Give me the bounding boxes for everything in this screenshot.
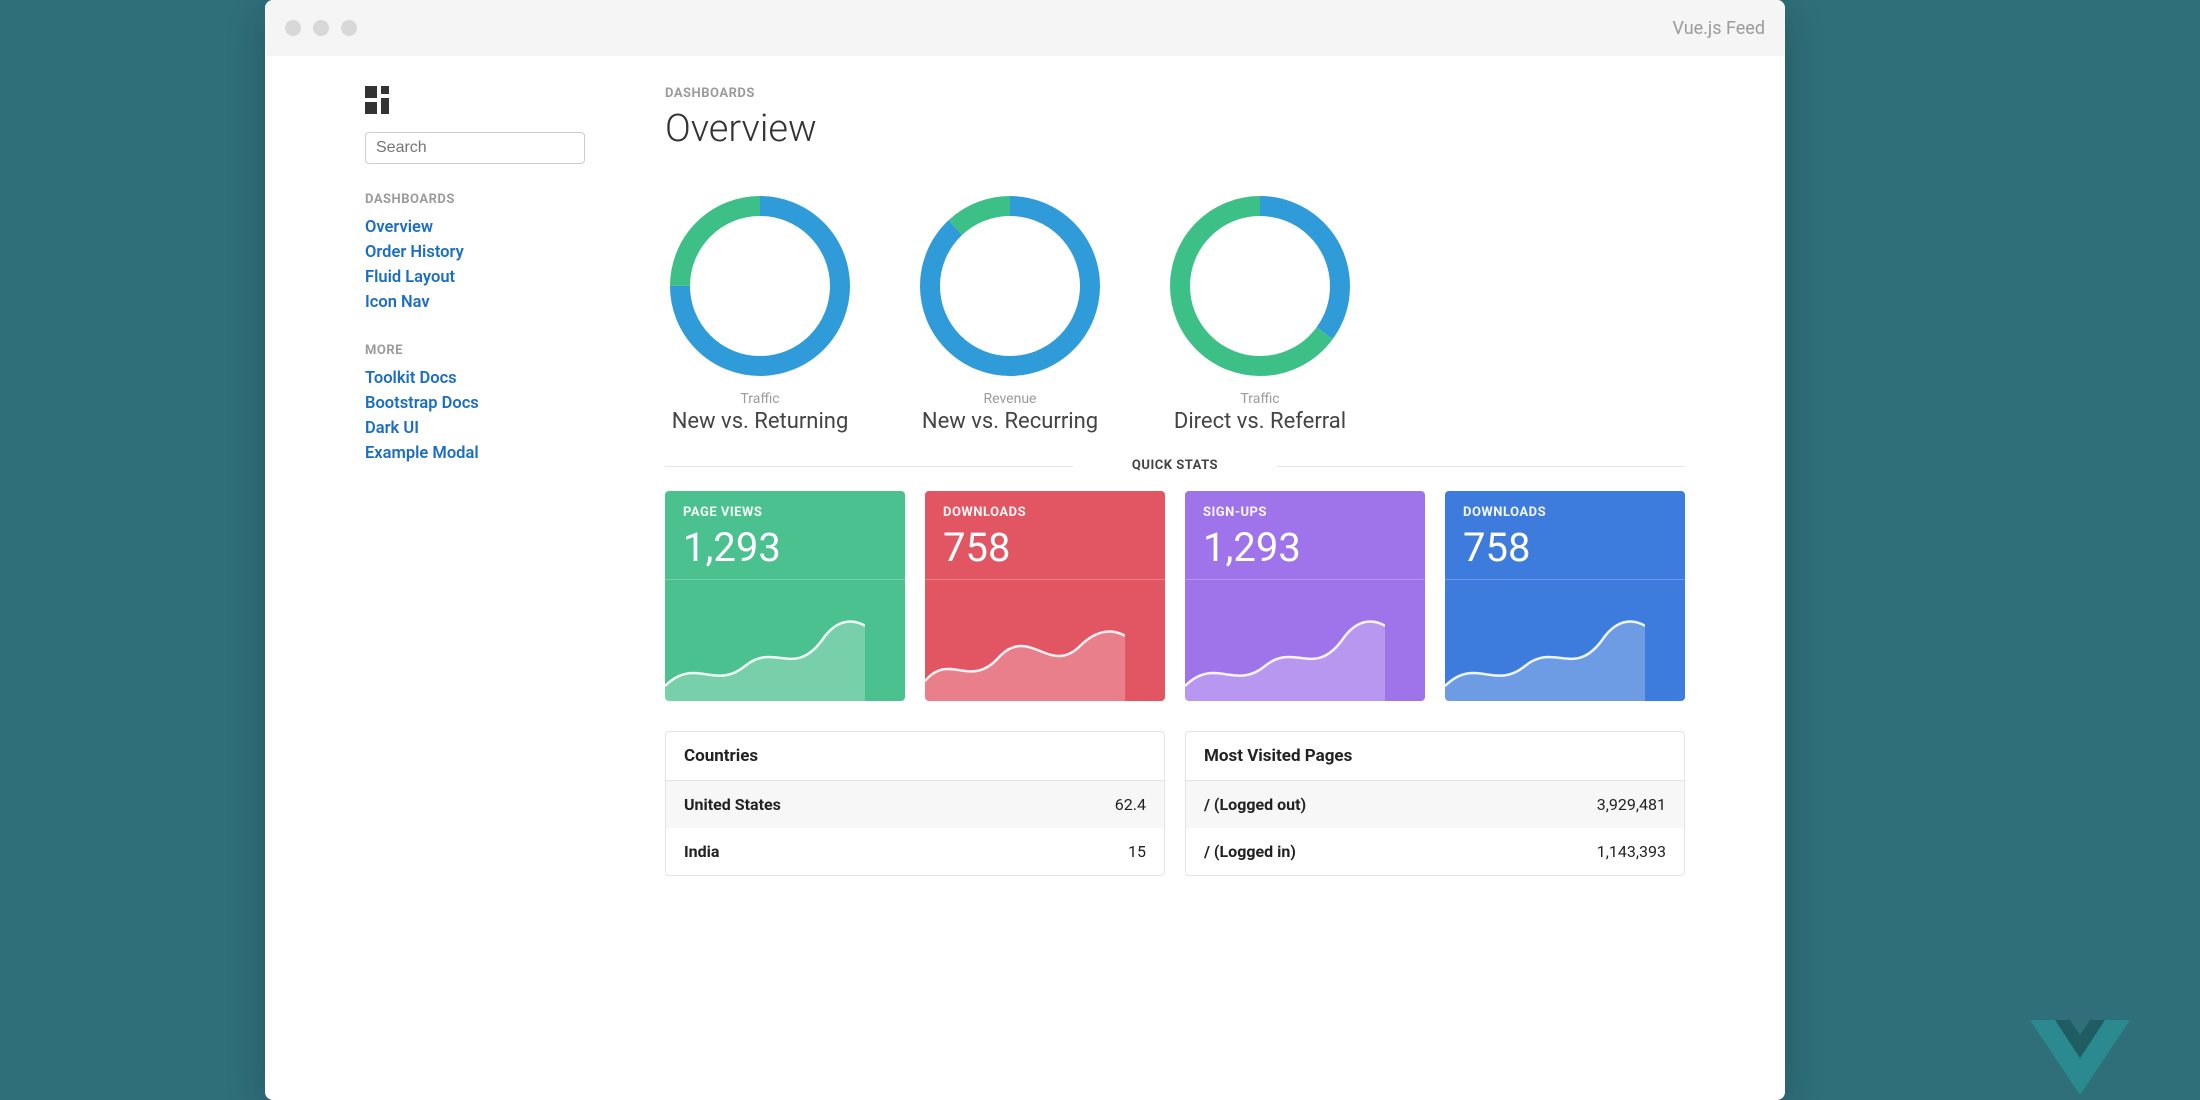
- quick-stats-divider: QUICK STATS: [665, 458, 1685, 473]
- donut-eyebrow: Traffic: [1165, 391, 1355, 407]
- donut-chart-icon: [915, 191, 1105, 381]
- stat-value: 1,293: [665, 524, 905, 579]
- table-row: / (Logged in) 1,143,393: [1186, 828, 1684, 875]
- app-window: Vue.js Feed DASHBOARDS Overview Order Hi…: [265, 0, 1785, 1100]
- sparkline-icon: [925, 596, 1125, 701]
- table-row: / (Logged out) 3,929,481: [1186, 781, 1684, 828]
- table-cell-key: / (Logged in): [1204, 842, 1296, 861]
- table-cell-key: / (Logged out): [1204, 795, 1306, 814]
- stat-card-sign-ups: SIGN-UPS 1,293: [1185, 491, 1425, 701]
- tables-row: Countries United States 62.4 India 15 Mo…: [665, 731, 1685, 876]
- main-content: DASHBOARDS Overview Traffic New vs. Retu…: [665, 86, 1685, 1100]
- sidebar-item-toolkit-docs[interactable]: Toolkit Docs: [365, 366, 585, 391]
- table-cell-value: 15: [1128, 842, 1146, 861]
- table-cell-key: India: [684, 842, 719, 861]
- quick-stats-row: PAGE VIEWS 1,293 DOWNLOADS 758: [665, 491, 1685, 701]
- countries-table: Countries United States 62.4 India 15: [665, 731, 1165, 876]
- table-cell-value: 62.4: [1115, 795, 1146, 814]
- stat-label: DOWNLOADS: [943, 505, 1147, 520]
- sparkline-icon: [1185, 596, 1385, 701]
- stat-card-page-views: PAGE VIEWS 1,293: [665, 491, 905, 701]
- sidebar-item-bootstrap-docs[interactable]: Bootstrap Docs: [365, 391, 585, 416]
- sparkline-icon: [1445, 596, 1645, 701]
- donut-title: Direct vs. Referral: [1165, 409, 1355, 434]
- vue-logo-icon: [2010, 1010, 2150, 1100]
- donut-chart-revenue-new-recurring: Revenue New vs. Recurring: [915, 191, 1105, 434]
- sidebar-item-example-modal[interactable]: Example Modal: [365, 441, 585, 466]
- stat-value: 758: [925, 524, 1165, 579]
- sidebar-item-overview[interactable]: Overview: [365, 215, 585, 240]
- donut-eyebrow: Traffic: [665, 391, 855, 407]
- nav-heading: DASHBOARDS: [365, 192, 585, 207]
- donut-chart-icon: [665, 191, 855, 381]
- donut-chart-icon: [1165, 191, 1355, 381]
- window-controls: [285, 20, 357, 36]
- donut-chart-traffic-new-returning: Traffic New vs. Returning: [665, 191, 855, 434]
- window-minimize-icon[interactable]: [313, 20, 329, 36]
- sidebar: DASHBOARDS Overview Order History Fluid …: [365, 86, 585, 1100]
- sidebar-item-dark-ui[interactable]: Dark UI: [365, 416, 585, 441]
- stat-value: 758: [1445, 524, 1685, 579]
- nav-heading: MORE: [365, 343, 585, 358]
- stat-label: PAGE VIEWS: [683, 505, 887, 520]
- table-title: Most Visited Pages: [1186, 732, 1684, 781]
- donut-title: New vs. Recurring: [915, 409, 1105, 434]
- titlebar: Vue.js Feed: [265, 0, 1785, 56]
- search-input[interactable]: [365, 132, 585, 164]
- window-title: Vue.js Feed: [1673, 18, 1766, 39]
- sparkline-icon: [665, 596, 865, 701]
- page-eyebrow: DASHBOARDS: [665, 86, 1685, 101]
- stat-card-downloads: DOWNLOADS 758: [925, 491, 1165, 701]
- table-title: Countries: [666, 732, 1164, 781]
- table-row: India 15: [666, 828, 1164, 875]
- most-visited-pages-table: Most Visited Pages / (Logged out) 3,929,…: [1185, 731, 1685, 876]
- donut-chart-traffic-direct-referral: Traffic Direct vs. Referral: [1165, 191, 1355, 434]
- app-logo-icon: [365, 86, 585, 114]
- stat-label: DOWNLOADS: [1463, 505, 1667, 520]
- stat-label: SIGN-UPS: [1203, 505, 1407, 520]
- page-title: Overview: [665, 107, 1685, 151]
- stat-value: 1,293: [1185, 524, 1425, 579]
- sidebar-item-order-history[interactable]: Order History: [365, 240, 585, 265]
- table-cell-value: 3,929,481: [1597, 795, 1666, 814]
- window-close-icon[interactable]: [285, 20, 301, 36]
- donut-eyebrow: Revenue: [915, 391, 1105, 407]
- sidebar-item-icon-nav[interactable]: Icon Nav: [365, 290, 585, 315]
- table-cell-key: United States: [684, 795, 781, 814]
- table-row: United States 62.4: [666, 781, 1164, 828]
- nav-group-more: MORE Toolkit Docs Bootstrap Docs Dark UI…: [365, 343, 585, 466]
- table-cell-value: 1,143,393: [1597, 842, 1666, 861]
- sidebar-item-fluid-layout[interactable]: Fluid Layout: [365, 265, 585, 290]
- stat-card-downloads-2: DOWNLOADS 758: [1445, 491, 1685, 701]
- donut-title: New vs. Returning: [665, 409, 855, 434]
- nav-group-dashboards: DASHBOARDS Overview Order History Fluid …: [365, 192, 585, 315]
- donut-charts-row: Traffic New vs. Returning Revenue New vs…: [665, 191, 1685, 434]
- window-maximize-icon[interactable]: [341, 20, 357, 36]
